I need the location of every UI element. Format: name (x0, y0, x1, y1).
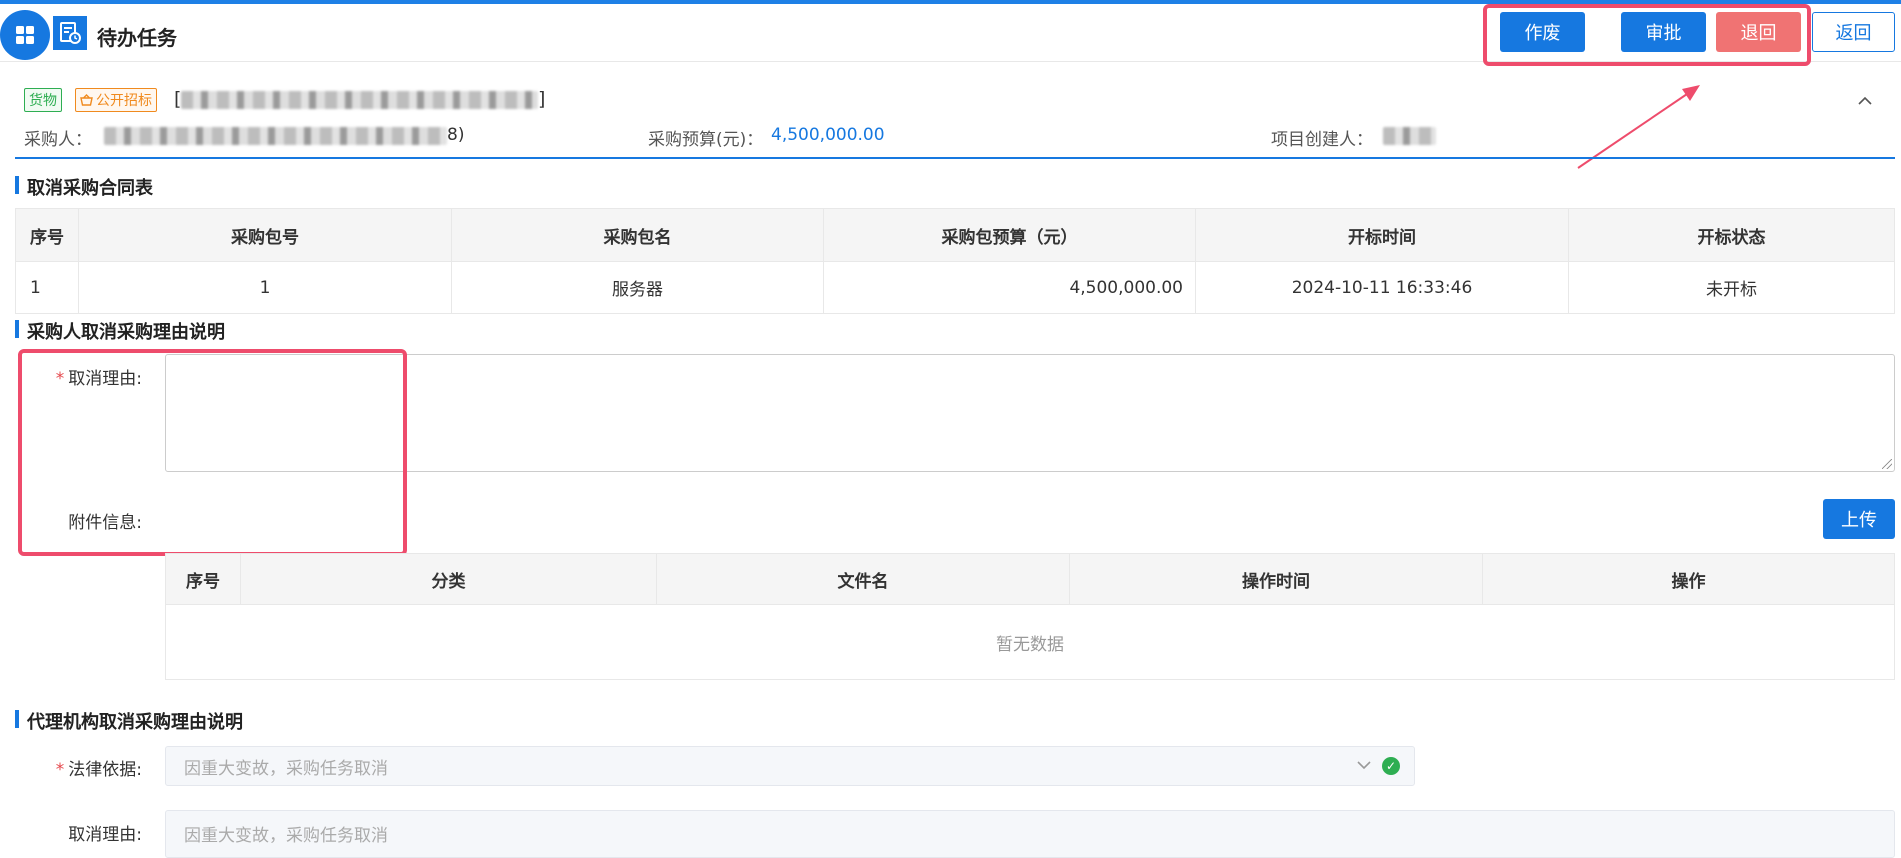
column-header-package-no: 采购包号 (78, 208, 452, 262)
column-header-actions: 操作 (1482, 553, 1895, 605)
cell-package-name: 服务器 (451, 261, 824, 314)
legal-basis-select[interactable]: 因重大变故，采购任务取消 ✓ (165, 746, 1415, 786)
project-title-bracket-close: ] (538, 88, 546, 110)
column-header-open-status: 开标状态 (1568, 208, 1895, 262)
column-header-index: 序号 (165, 553, 241, 605)
upload-button[interactable]: 上传 (1823, 499, 1895, 539)
creator-label: 项目创建人： (1271, 130, 1373, 150)
section-title-cancel-table: 取消采购合同表 (15, 174, 153, 200)
resize-handle-icon[interactable] (1882, 459, 1892, 469)
cancel-reason-textarea[interactable] (165, 354, 1895, 472)
back-button[interactable]: 返回 (1812, 12, 1895, 52)
collapse-chevron-icon[interactable] (1858, 90, 1872, 111)
info-divider (15, 157, 1895, 159)
cell-open-time: 2024-10-11 16:33:46 (1195, 261, 1569, 314)
buyer-redacted (104, 127, 447, 145)
legal-basis-label: * 法律依据: (40, 755, 142, 780)
chevron-down-icon[interactable] (1356, 755, 1372, 774)
column-header-open-time: 开标时间 (1195, 208, 1569, 262)
cell-open-status: 未开标 (1568, 261, 1895, 314)
empty-state: 暂无数据 (165, 605, 1895, 680)
basket-icon (80, 94, 93, 106)
agency-cancel-reason-label: 取消理由: (68, 825, 142, 845)
table-header-row: 序号 采购包号 采购包名 采购包预算（元） 开标时间 开标状态 (15, 208, 1895, 262)
column-header-operation-time: 操作时间 (1069, 553, 1483, 605)
table-header-row: 序号 分类 文件名 操作时间 操作 (165, 553, 1895, 605)
column-header-category: 分类 (240, 553, 657, 605)
creator-redacted (1383, 127, 1436, 145)
buyer-label: 采购人： (24, 130, 92, 150)
legal-basis-value: 因重大变故，采购任务取消 (184, 758, 388, 779)
category-tag: 货物 (24, 88, 62, 112)
highlight-box-reason (18, 349, 407, 556)
section-title-buyer-reason: 采购人取消采购理由说明 (15, 318, 225, 344)
attachment-table: 序号 分类 文件名 操作时间 操作 (165, 553, 1895, 605)
legal-basis-label-text: 法律依据: (68, 760, 142, 780)
procurement-method-tag: 公开招标 (75, 88, 157, 112)
required-asterisk: * (55, 760, 65, 780)
project-title-redacted (181, 91, 538, 109)
cell-package-budget: 4,500,000.00 (823, 261, 1196, 314)
task-document-icon (53, 16, 87, 50)
section-title-agency-reason: 代理机构取消采购理由说明 (15, 708, 243, 734)
cell-package-no: 1 (78, 261, 452, 314)
budget-label: 采购预算(元)： (648, 130, 764, 150)
budget-value: 4,500,000.00 (771, 125, 885, 145)
highlight-box-actions (1483, 4, 1811, 66)
table-row: 1 1 服务器 4,500,000.00 2024-10-11 16:33:46… (15, 261, 1895, 314)
agency-cancel-reason-input[interactable]: 因重大变故，采购任务取消 (165, 810, 1895, 858)
page-title: 待办任务 (97, 26, 177, 50)
column-header-file-name: 文件名 (656, 553, 1070, 605)
buyer-suffix: 8) (447, 125, 465, 145)
column-header-package-name: 采购包名 (451, 208, 824, 262)
app-grid-icon[interactable] (0, 10, 50, 60)
cell-index: 1 (15, 261, 79, 314)
annotation-arrow (1577, 85, 1700, 169)
procurement-method-label: 公开招标 (96, 93, 152, 109)
cancel-contract-table: 序号 采购包号 采购包名 采购包预算（元） 开标时间 开标状态 1 1 服务器 … (15, 208, 1895, 314)
column-header-index: 序号 (15, 208, 79, 262)
check-circle-icon: ✓ (1382, 757, 1400, 775)
column-header-package-budget: 采购包预算（元） (823, 208, 1196, 262)
